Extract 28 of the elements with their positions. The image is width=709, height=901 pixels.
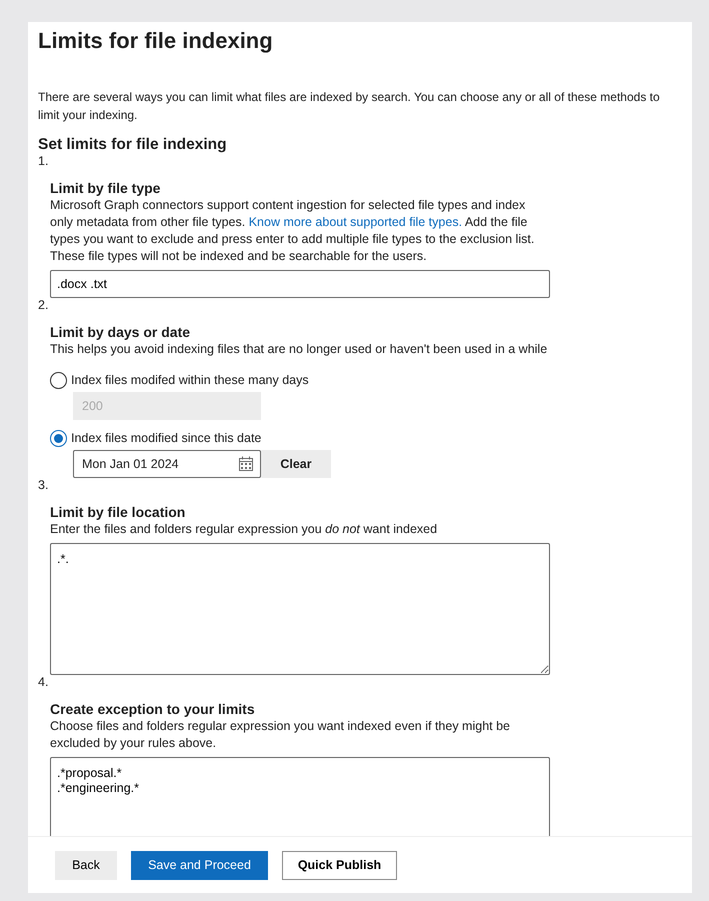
section-title: Create exception to your limits (50, 700, 256, 718)
radio-label: Index files modifed within these many days (71, 373, 309, 387)
description-text: Enter the files and folders regular expression you do not want indexed (50, 521, 438, 538)
list-number: 2. (38, 298, 50, 313)
radio-label: Index files modified since this date (71, 431, 262, 445)
list-number: 3. (38, 478, 50, 493)
regex-field[interactable]: .*. (50, 543, 550, 675)
section-title: Limit by file location (50, 503, 186, 521)
publish-button[interactable]: Quick Publish (282, 850, 397, 880)
regex-field[interactable]: .*proposal.* .*engineering.* (50, 757, 550, 836)
clear-button[interactable]: Clear (261, 450, 331, 478)
section-title: Limit by days or date (50, 323, 192, 341)
list-number: 1. (38, 154, 50, 169)
date-field[interactable]: Mon Jan 01 2024 (73, 450, 261, 478)
calendar-icon (238, 456, 254, 472)
radio-button[interactable] (50, 430, 67, 446)
list-number: 4. (38, 675, 50, 690)
intro-text: There are several ways you can limit what files are indexed by search. You can choose any or all of these methods to limit your indexing. (38, 89, 661, 124)
help-link[interactable]: Know more about supported file types. (248, 215, 462, 229)
section-title: Limit by file type (50, 179, 162, 197)
file-type-field[interactable]: .docx .txt (50, 270, 550, 298)
description-text: Microsoft Graph connectors support content ingestion for selected file types and index only metadata from other file types. Know more about supported file types. Add the file types you want to exclude and press enter to add multiple file types to the exclusion list. These file types will not be indexed and be searchable for the users. (50, 197, 536, 265)
proceed-button[interactable]: Save and Proceed (131, 850, 268, 880)
back-button[interactable]: Back (55, 850, 117, 880)
page-title: Limits for file indexing (38, 28, 274, 54)
description-text: Choose files and folders regular expression you want indexed even if they might be excluded by your rules above. (50, 718, 511, 752)
section-heading: Set limits for file indexing (38, 136, 228, 154)
description-text: This helps you avoid indexing files that are no longer used or haven't been used in a while (50, 341, 548, 358)
